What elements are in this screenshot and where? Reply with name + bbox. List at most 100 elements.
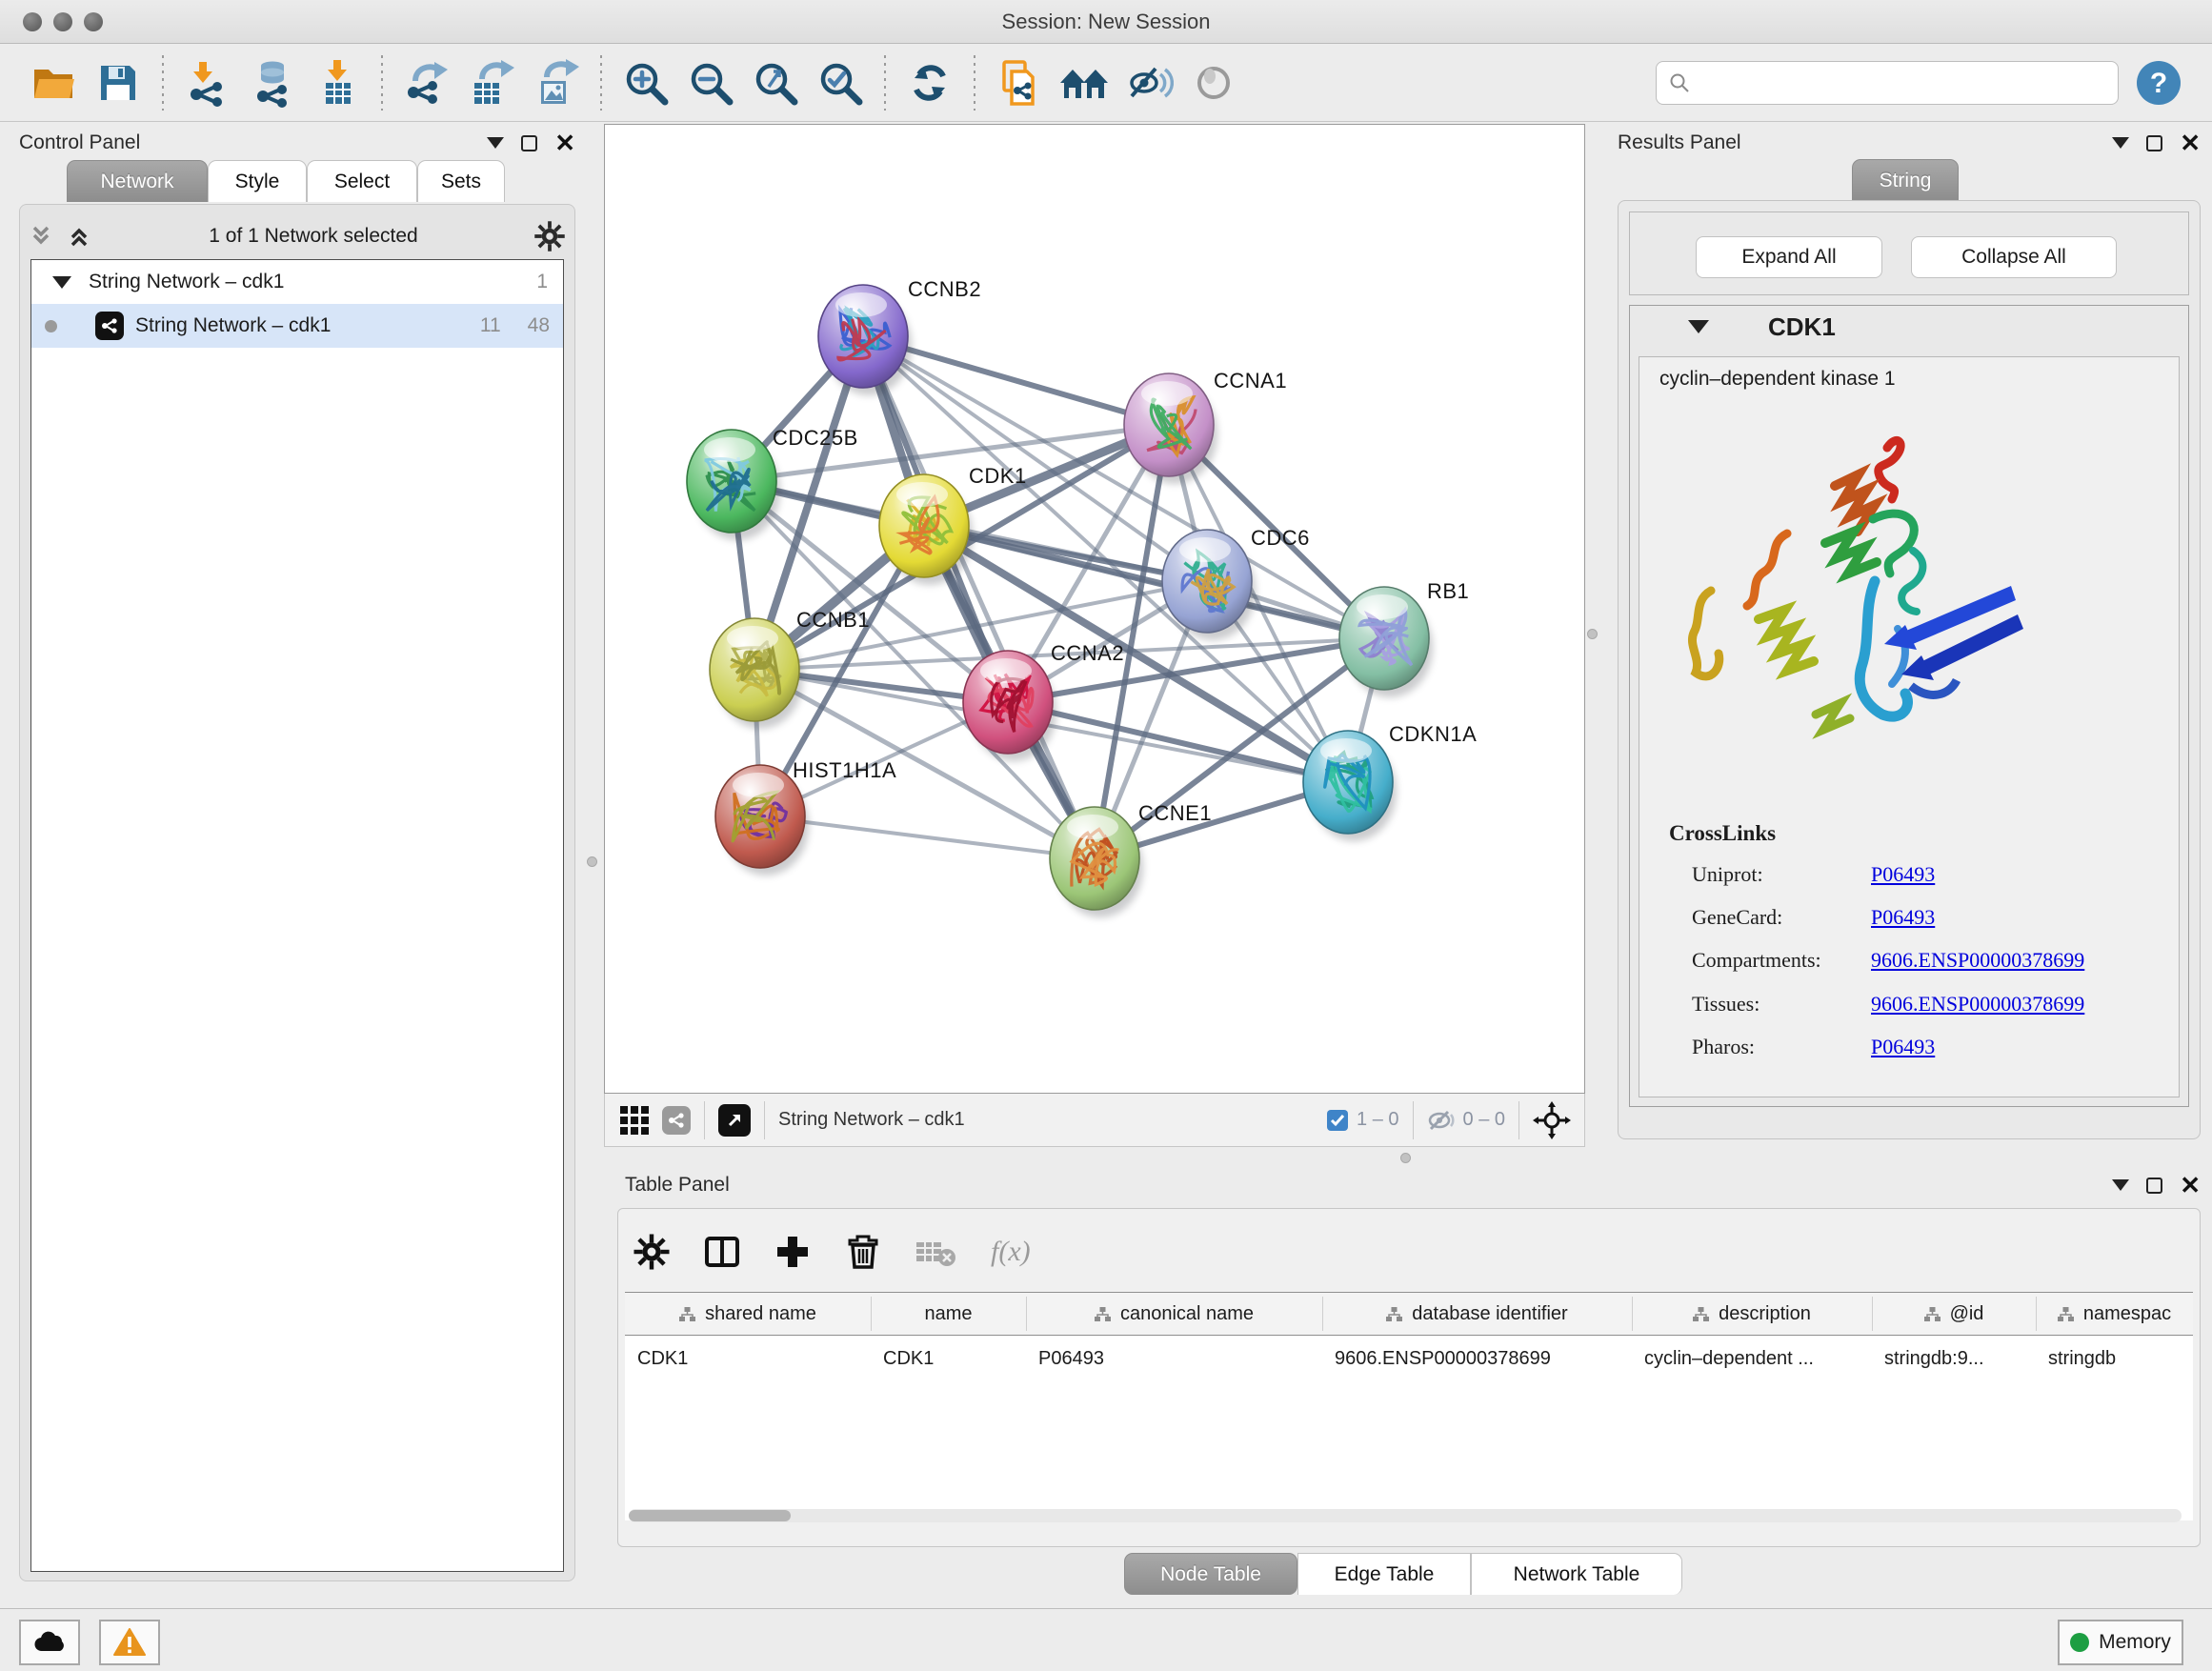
- collapse-all-chevron-icon[interactable]: [27, 222, 55, 251]
- table-row-cell[interactable]: cyclin–dependent ...: [1632, 1336, 1872, 1381]
- column-header[interactable]: name: [871, 1292, 1026, 1336]
- column-header[interactable]: @id: [1872, 1292, 2036, 1336]
- export-image-icon[interactable]: [530, 56, 583, 110]
- show-graphics-details-icon[interactable]: [1122, 56, 1176, 110]
- zoom-out-icon[interactable]: [684, 56, 737, 110]
- tree-expand-icon[interactable]: [52, 276, 71, 289]
- crosslink-link[interactable]: P06493: [1871, 1035, 1935, 1059]
- tab-style[interactable]: Style: [208, 160, 307, 202]
- results-panel-title: Results Panel: [1618, 131, 1741, 154]
- panel-close-icon[interactable]: ✕: [2180, 1178, 2201, 1194]
- panel-minimize-icon[interactable]: [2112, 137, 2129, 149]
- selected-checkbox-icon[interactable]: [1326, 1109, 1349, 1132]
- memory-button[interactable]: Memory: [2058, 1620, 2183, 1665]
- table-row-cell[interactable]: P06493: [1026, 1336, 1322, 1381]
- table-row-cell[interactable]: stringdb: [2036, 1336, 2193, 1381]
- expand-all-chevron-icon[interactable]: [65, 222, 93, 251]
- network-graph[interactable]: [605, 125, 1584, 1093]
- tab-sets[interactable]: Sets: [417, 160, 505, 202]
- panel-close-icon[interactable]: ✕: [554, 135, 575, 151]
- create-column-icon[interactable]: [774, 1233, 812, 1271]
- tree-row-network[interactable]: String Network – cdk1 11 48: [31, 304, 563, 348]
- crosslink-link[interactable]: P06493: [1871, 862, 1935, 887]
- protein-structure-image: [1673, 429, 2054, 805]
- show-columns-icon[interactable]: [703, 1233, 741, 1271]
- panel-minimize-icon[interactable]: [2112, 1179, 2129, 1191]
- column-header[interactable]: shared name: [625, 1292, 871, 1336]
- tab-edge-table[interactable]: Edge Table: [1297, 1553, 1471, 1595]
- zoom-selected-icon[interactable]: [814, 56, 867, 110]
- delete-table-icon[interactable]: [915, 1233, 958, 1271]
- tab-network[interactable]: Network: [67, 160, 208, 202]
- panel-close-icon[interactable]: ✕: [2180, 135, 2201, 151]
- zoom-fit-icon[interactable]: [749, 56, 802, 110]
- column-header[interactable]: description: [1632, 1292, 1872, 1336]
- tab-string[interactable]: String: [1852, 159, 1959, 201]
- birdseye-grid-icon[interactable]: [618, 1104, 651, 1137]
- delete-column-icon[interactable]: [844, 1233, 882, 1271]
- column-header[interactable]: database identifier: [1322, 1292, 1632, 1336]
- node-label: CCNB1: [796, 608, 870, 633]
- table-row-cell[interactable]: 9606.ENSP00000378699: [1322, 1336, 1632, 1381]
- memory-label: Memory: [2099, 1631, 2171, 1654]
- table-horizontal-scrollbar[interactable]: [629, 1509, 2182, 1522]
- scrollbar-thumb[interactable]: [629, 1510, 791, 1521]
- export-network-icon[interactable]: [400, 56, 453, 110]
- cloud-button[interactable]: [19, 1620, 80, 1665]
- share-file-icon[interactable]: [993, 56, 1046, 110]
- warnings-button[interactable]: [99, 1620, 160, 1665]
- tab-network-table[interactable]: Network Table: [1471, 1553, 1682, 1595]
- hidden-eye-icon[interactable]: [1427, 1109, 1456, 1132]
- panel-float-icon[interactable]: [2146, 1178, 2162, 1194]
- import-network-file-icon[interactable]: [181, 56, 234, 110]
- zoom-in-icon[interactable]: [619, 56, 673, 110]
- network-type-icon[interactable]: [662, 1106, 691, 1135]
- search-field[interactable]: [1656, 61, 2119, 105]
- panel-float-icon[interactable]: [521, 135, 537, 151]
- table-row-cell[interactable]: CDK1: [625, 1336, 871, 1381]
- column-header[interactable]: canonical name: [1026, 1292, 1322, 1336]
- gear-icon[interactable]: [533, 220, 566, 252]
- tree-row-collection[interactable]: String Network – cdk1 1: [31, 260, 563, 304]
- render-quality-icon[interactable]: [1187, 56, 1240, 110]
- tab-node-table[interactable]: Node Table: [1124, 1553, 1297, 1595]
- import-table-file-icon[interactable]: [311, 56, 364, 110]
- network-canvas[interactable]: CCNB2CCNA1CDC25BCDK1CDC6RB1CCNB1CCNA2CDK…: [604, 124, 1585, 1094]
- gear-icon[interactable]: [633, 1233, 671, 1271]
- save-session-icon[interactable]: [91, 56, 145, 110]
- fit-selected-crosshair-icon[interactable]: [1533, 1101, 1571, 1139]
- node-label: CCNB2: [908, 277, 981, 302]
- help-icon[interactable]: ?: [2132, 56, 2185, 110]
- collapse-all-button[interactable]: Collapse All: [1911, 236, 2117, 278]
- network-tree: String Network – cdk1 1 String Network –…: [30, 259, 564, 1572]
- expand-all-button[interactable]: Expand All: [1696, 236, 1882, 278]
- node-label: CDC25B: [773, 426, 858, 451]
- table-row-cell[interactable]: stringdb:9...: [1872, 1336, 2036, 1381]
- control-panel-tabs: Network Style Select Sets: [67, 160, 505, 202]
- function-builder-icon[interactable]: f(x): [991, 1236, 1031, 1268]
- bottom-splitter-handle[interactable]: [1400, 1153, 1411, 1163]
- panel-float-icon[interactable]: [2146, 135, 2162, 151]
- panel-minimize-icon[interactable]: [487, 137, 504, 149]
- tab-select[interactable]: Select: [307, 160, 417, 202]
- home-icon[interactable]: [1057, 56, 1111, 110]
- search-input[interactable]: [1691, 71, 2091, 93]
- table-row-cell[interactable]: CDK1: [871, 1336, 1026, 1381]
- right-splitter-handle[interactable]: [1587, 629, 1598, 639]
- title-bar: Session: New Session: [0, 0, 2212, 44]
- crosslink-link[interactable]: P06493: [1871, 905, 1935, 930]
- crosslink-link[interactable]: 9606.ENSP00000378699: [1871, 948, 2084, 973]
- left-splitter-handle[interactable]: [587, 856, 597, 867]
- window-title: Session: New Session: [0, 10, 2212, 34]
- gene-description: cyclin–dependent kinase 1: [1659, 368, 1896, 391]
- open-session-icon[interactable]: [27, 56, 80, 110]
- control-panel-header: Control Panel ✕: [19, 126, 575, 160]
- column-header[interactable]: namespac: [2036, 1292, 2193, 1336]
- apply-layout-icon[interactable]: [903, 56, 956, 110]
- open-in-new-window-icon[interactable]: [718, 1104, 751, 1137]
- string-network-icon: [95, 312, 124, 340]
- import-network-database-icon[interactable]: [246, 56, 299, 110]
- export-table-icon[interactable]: [465, 56, 518, 110]
- section-collapse-icon[interactable]: [1688, 320, 1709, 333]
- crosslink-link[interactable]: 9606.ENSP00000378699: [1871, 992, 2084, 1017]
